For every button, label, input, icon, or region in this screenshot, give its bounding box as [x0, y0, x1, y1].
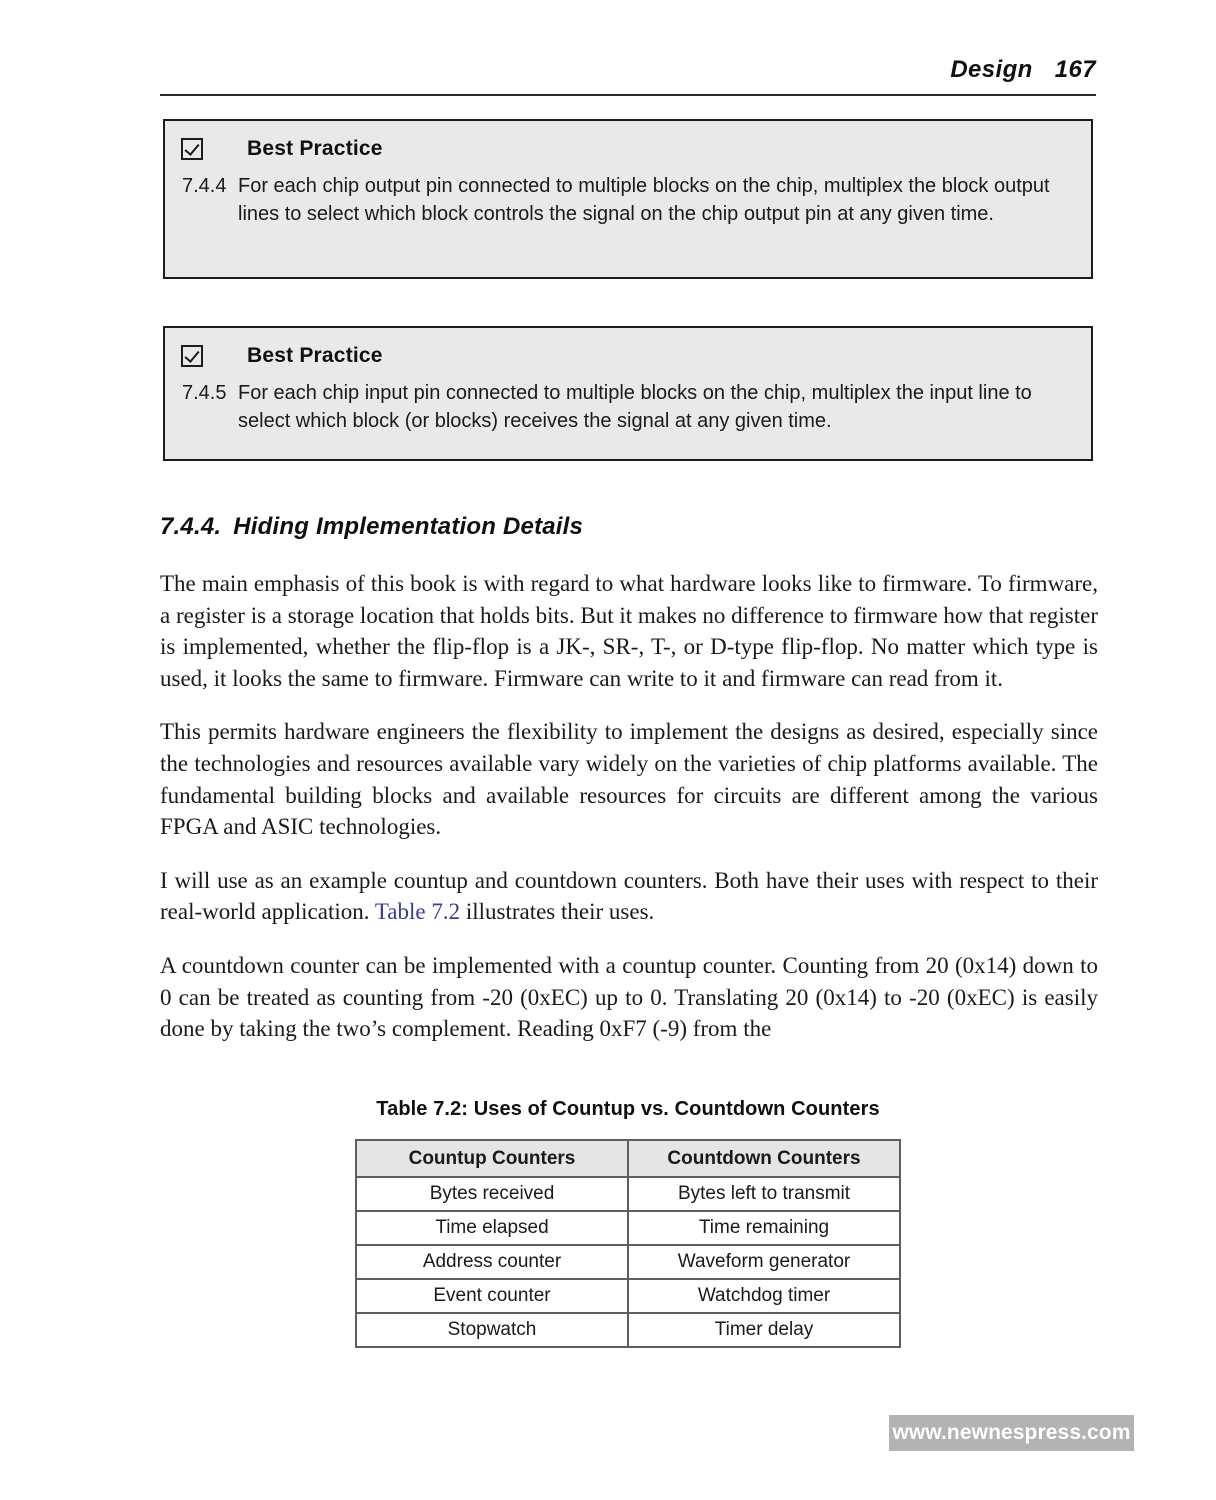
best-practice-body-2: 7.4.5 For each chip input pin connected …: [165, 368, 1091, 435]
best-practice-text-1: For each chip output pin connected to mu…: [238, 175, 1050, 225]
publisher-website-text: www.newnespress.com: [892, 1421, 1131, 1444]
best-practice-number-2: 7.4.5: [182, 382, 227, 404]
running-header-inner: Design 167: [160, 56, 1096, 84]
header-rule-divider: [160, 94, 1096, 96]
paragraph-1: The main emphasis of this book is with r…: [160, 571, 1098, 691]
table-cell-countdown: Time remaining: [627, 1210, 901, 1246]
best-practice-title-row-1: Best Practice: [165, 121, 1091, 161]
best-practice-label-2: Best Practice: [247, 344, 383, 367]
section-number: 7.4.4.: [160, 513, 222, 540]
checked-checkbox-icon: [181, 138, 203, 160]
table-cell-countdown: Watchdog timer: [627, 1278, 901, 1314]
running-header: Design 167: [160, 56, 1096, 96]
table-cross-reference-link[interactable]: Table 7.2: [375, 899, 460, 924]
document-page: Design 167 Best Practice 7.4.4 For each c…: [0, 0, 1216, 1500]
table-row: Stopwatch Timer delay: [355, 1312, 901, 1348]
paragraph-3-text-after: illustrates their uses.: [460, 899, 655, 925]
table-cell-countup: Bytes received: [355, 1176, 629, 1212]
paragraph-2: This permits hardware engineers the flex…: [160, 719, 1098, 840]
publisher-website-badge[interactable]: www.newnespress.com: [889, 1415, 1134, 1451]
best-practice-title-row-2: Best Practice: [165, 328, 1091, 368]
table-caption: Table 7.2: Uses of Countup vs. Countdown…: [376, 1098, 880, 1120]
section-heading: 7.4.4. Hiding Implementation Details: [160, 513, 1096, 541]
table-cell-countup: Event counter: [355, 1278, 629, 1314]
table-header-row: Countup Counters Countdown Counters: [355, 1139, 901, 1178]
table-wrapper: Countup Counters Countdown Counters Byte…: [355, 1139, 901, 1348]
table-row: Address counter Waveform generator: [355, 1244, 901, 1280]
paragraph-3: I will use as an example countup and cou…: [160, 865, 1098, 928]
table-cell-countup: Stopwatch: [355, 1312, 629, 1348]
table-cell-countdown: Waveform generator: [627, 1244, 901, 1280]
table-column-header-countup: Countup Counters: [355, 1139, 629, 1178]
table-row: Bytes received Bytes left to transmit: [355, 1176, 901, 1212]
best-practice-text-2: For each chip input pin connected to mul…: [238, 382, 1032, 432]
section-title: Hiding Implementation Details: [233, 513, 584, 540]
table-body: Bytes received Bytes left to transmit Ti…: [355, 1176, 901, 1348]
table-cell-countup: Time elapsed: [355, 1210, 629, 1246]
best-practice-number-1: 7.4.4: [182, 175, 227, 197]
table-column-header-countdown: Countdown Counters: [627, 1139, 901, 1178]
table-cell-countdown: Timer delay: [627, 1312, 901, 1348]
body-text-column: The main emphasis of this book is with r…: [160, 568, 1098, 1045]
paragraph-4: A countdown counter can be implemented w…: [160, 952, 1098, 1042]
best-practice-box-2: Best Practice 7.4.5 For each chip input …: [163, 326, 1093, 461]
table-cell-countdown: Bytes left to transmit: [627, 1176, 901, 1212]
best-practice-body-1: 7.4.4 For each chip output pin connected…: [165, 161, 1091, 228]
page-number: 167: [1054, 56, 1096, 83]
running-header-title: Design: [950, 56, 1033, 83]
table-row: Time elapsed Time remaining: [355, 1210, 901, 1246]
countup-countdown-table: Countup Counters Countdown Counters Byte…: [355, 1139, 901, 1348]
best-practice-box-1: Best Practice 7.4.4 For each chip output…: [163, 119, 1093, 279]
checked-checkbox-icon: [181, 345, 203, 367]
best-practice-label-1: Best Practice: [247, 137, 383, 160]
table-cell-countup: Address counter: [355, 1244, 629, 1280]
table-head: Countup Counters Countdown Counters: [355, 1139, 901, 1178]
table-row: Event counter Watchdog timer: [355, 1278, 901, 1314]
